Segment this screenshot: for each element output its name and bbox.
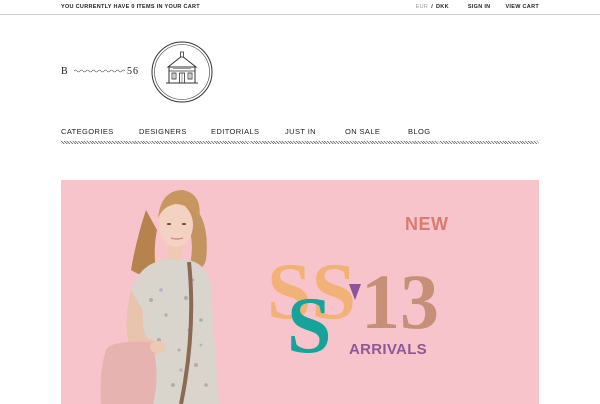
nav-editorials[interactable]: EDITORIALS: [211, 127, 259, 136]
logo-number: 56: [127, 66, 139, 77]
cart-status-message: YOU CURRENTLY HAVE 0 ITEMS IN YOUR CART: [61, 4, 200, 10]
svg-text:S: S: [287, 282, 332, 360]
sign-in-link[interactable]: SIGN IN: [468, 4, 491, 10]
view-cart-link[interactable]: VIEW CART: [505, 4, 539, 10]
main-navigation: CATEGORIES DESIGNERS EDITORIALS JUST IN …: [61, 127, 539, 137]
nav-divider: [61, 141, 539, 144]
currency-dkk-link[interactable]: DKK: [436, 4, 449, 10]
logo-letter-b: B: [61, 66, 69, 77]
nav-categories[interactable]: CATEGORIES: [61, 127, 114, 136]
nav-designers[interactable]: DESIGNERS: [139, 127, 187, 136]
currency-separator: /: [431, 4, 434, 10]
hero-banner[interactable]: SS S 13 NEW ARRIVALS: [61, 180, 539, 404]
model-photo: [100, 190, 219, 404]
nav-blog[interactable]: BLOG: [408, 127, 430, 136]
top-bar: YOU CURRENTLY HAVE 0 ITEMS IN YOUR CART …: [0, 0, 600, 15]
svg-text:13: 13: [361, 258, 439, 345]
house-emblem-icon: [151, 41, 213, 103]
new-label: NEW: [405, 214, 449, 234]
nav-on-sale[interactable]: ON SALE: [345, 127, 380, 136]
logo-squiggle-line: [74, 69, 126, 73]
site-logo[interactable]: B 56: [60, 40, 220, 104]
nav-just-in[interactable]: JUST IN: [285, 127, 316, 136]
arrivals-label: ARRIVALS: [349, 341, 427, 358]
currency-eur-link[interactable]: EUR: [416, 4, 429, 10]
top-nav: EUR / DKK SIGN IN VIEW CART: [416, 4, 539, 10]
